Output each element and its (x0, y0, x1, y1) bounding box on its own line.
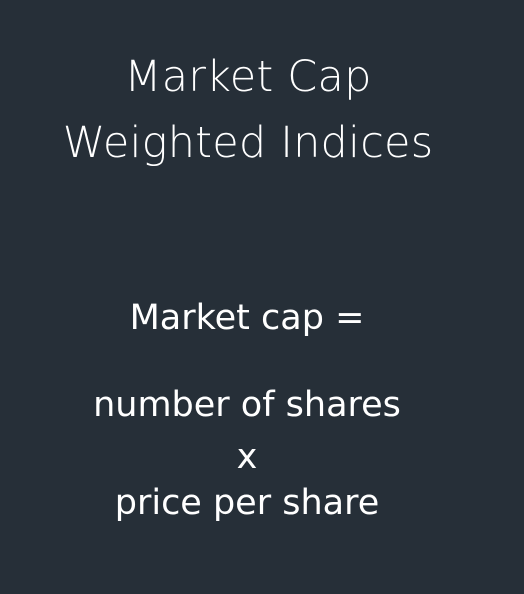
slide: Market Cap Weighted Indices Market cap =… (0, 0, 524, 594)
formula-lhs: Market cap = (129, 298, 365, 338)
formula-multiply-operator: x (236, 437, 258, 477)
title-line-1: Market Cap (124, 52, 372, 102)
slide-title: Market Cap Weighted Indices (0, 44, 496, 176)
formula-term-number-of-shares: number of shares (93, 385, 401, 425)
title-line-2: Weighted Indices (62, 118, 434, 168)
formula-term-price-per-share: price per share (114, 483, 380, 523)
